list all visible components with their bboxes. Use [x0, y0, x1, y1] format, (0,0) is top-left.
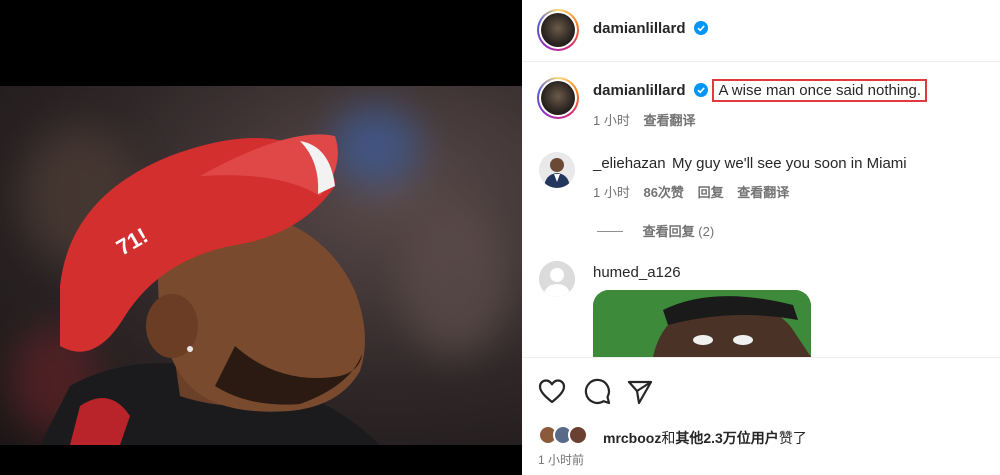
post-header: damianlillard: [522, 0, 1000, 62]
caption-text: A wise man once said nothing.: [712, 79, 928, 102]
post-photo[interactable]: 71!: [0, 86, 522, 445]
caption-row: damianlillard A wise man once said nothi…: [593, 79, 928, 102]
likes-summary: mrcbooz和其他2.3万位用户赞了: [603, 428, 807, 448]
share-icon[interactable]: [626, 378, 654, 406]
comment-likes[interactable]: 86次赞: [643, 185, 683, 200]
author-username[interactable]: damianlillard: [593, 20, 686, 37]
post-actions: mrcbooz和其他2.3万位用户赞了 1 小时前: [522, 357, 1000, 475]
view-replies-line: [597, 231, 623, 232]
caption-translate-link[interactable]: 查看翻译: [643, 113, 695, 128]
author-name-row: damianlillard: [593, 20, 708, 38]
view-replies-count: (2): [698, 224, 715, 239]
caption-time[interactable]: 1 小时: [593, 113, 630, 128]
author-avatar[interactable]: [537, 9, 579, 51]
likes-others[interactable]: 其他2.3万位用户: [675, 430, 778, 446]
comment-icon[interactable]: [583, 378, 611, 406]
comment2-row: humed_a126: [593, 264, 681, 282]
caption-author-avatar[interactable]: [537, 77, 579, 119]
comment-username[interactable]: _eliehazan: [593, 155, 666, 172]
likes-and: 和: [661, 430, 676, 446]
likes-suffix: 赞了: [778, 430, 807, 446]
liker-username[interactable]: mrcbooz: [603, 430, 661, 446]
comment-gif-image[interactable]: [593, 290, 811, 357]
liker-avatars[interactable]: [538, 425, 598, 449]
comment-time[interactable]: 1 小时: [593, 185, 630, 200]
comment-meta: 1 小时 86次赞 回复 查看翻译: [593, 182, 789, 201]
commenter-avatar[interactable]: [539, 152, 575, 188]
post-media[interactable]: 71!: [0, 0, 522, 475]
comment-row: _eliehazan My guy we'll see you soon in …: [593, 155, 907, 173]
caption-author-username[interactable]: damianlillard: [593, 82, 686, 99]
post-panel: damianlillard damianlillard A wise man o…: [522, 0, 1000, 475]
commenter-avatar-default[interactable]: [539, 261, 575, 297]
post-timestamp[interactable]: 1 小时前: [538, 451, 584, 468]
comment-reply-button[interactable]: 回复: [698, 185, 724, 200]
heart-icon[interactable]: [538, 378, 566, 406]
verified-icon: [693, 83, 708, 97]
player-illustration: 71!: [40, 134, 380, 445]
comment-translate-link[interactable]: 查看翻译: [737, 185, 789, 200]
view-replies-label: 查看回复: [642, 224, 695, 239]
verified-icon: [693, 21, 708, 35]
caption-meta: 1 小时 查看翻译: [593, 110, 695, 129]
comment2-username[interactable]: humed_a126: [593, 264, 681, 281]
view-replies-button[interactable]: 查看回复 (2): [597, 221, 714, 240]
comment-text: My guy we'll see you soon in Miami: [672, 155, 907, 172]
